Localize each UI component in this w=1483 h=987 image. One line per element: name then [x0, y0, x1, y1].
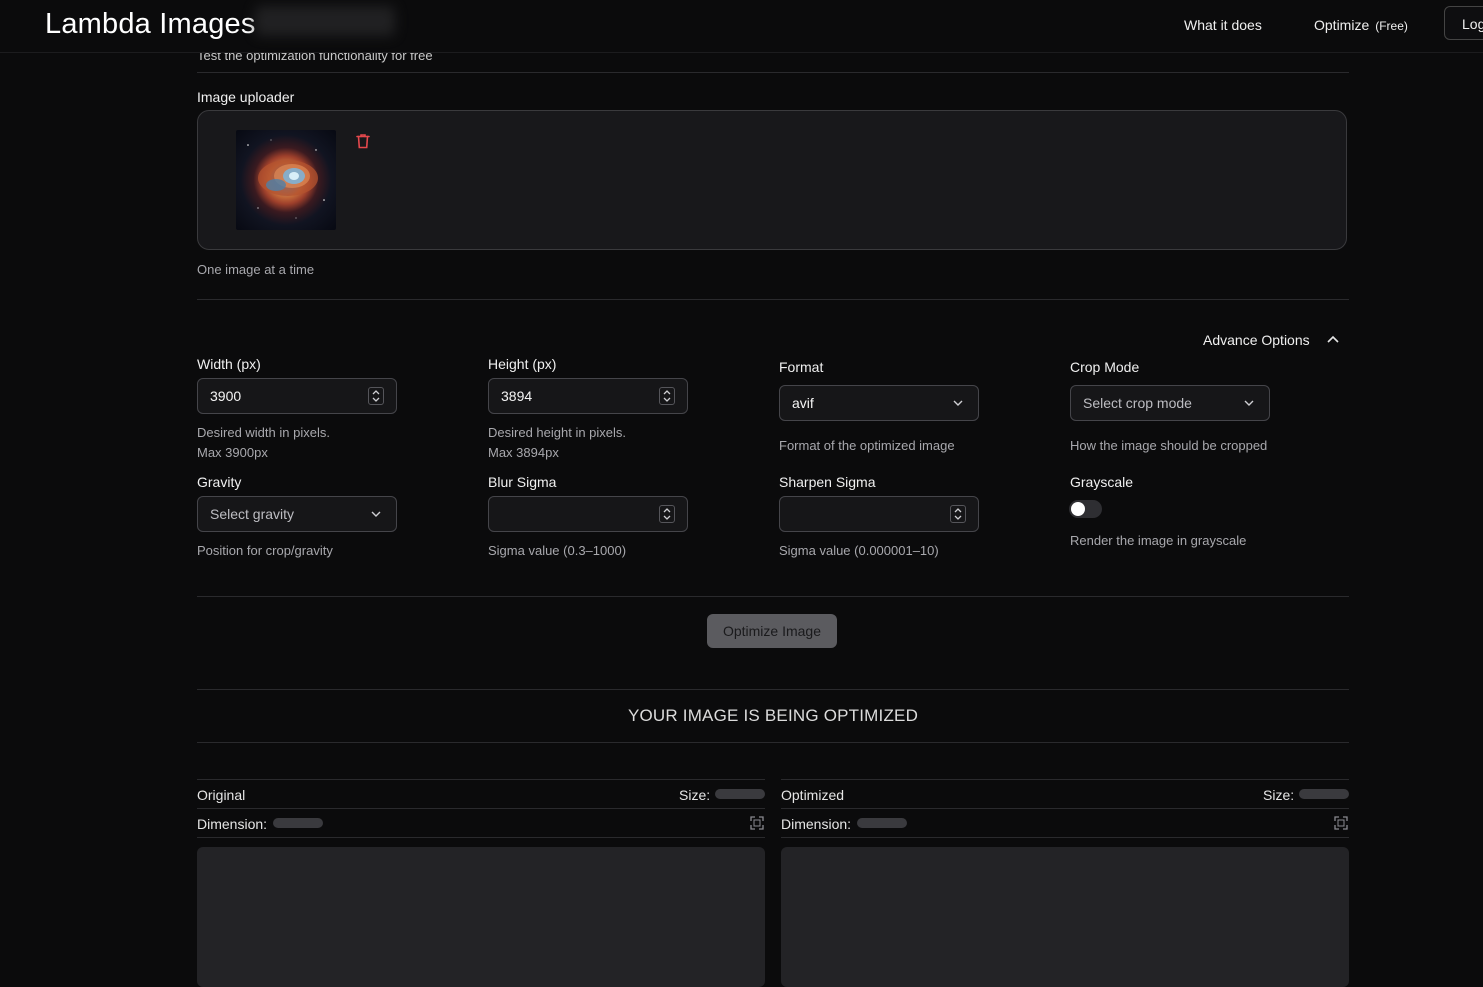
- uploader-help: One image at a time: [197, 262, 315, 277]
- chevron-down-icon: [371, 511, 381, 517]
- crop-mode-label: Crop Mode: [1070, 359, 1140, 375]
- crop-mode-select[interactable]: Select crop mode: [1070, 385, 1270, 421]
- crop-mode-help: How the image should be cropped: [1070, 438, 1268, 453]
- nav-optimize-free-badge: (Free): [1375, 19, 1408, 33]
- height-input[interactable]: 3894: [488, 378, 688, 414]
- divider: [781, 779, 1349, 780]
- divider: [197, 779, 765, 780]
- original-dimension-skeleton: [273, 818, 323, 828]
- optimize-image-button[interactable]: Optimize Image: [707, 614, 837, 648]
- trash-icon[interactable]: [354, 132, 372, 150]
- original-dimension-label: Dimension:: [197, 816, 268, 832]
- expand-icon[interactable]: [750, 816, 764, 830]
- chevron-up-icon[interactable]: [1326, 334, 1340, 344]
- grayscale-label: Grayscale: [1070, 474, 1134, 490]
- chevron-down-icon: [1244, 400, 1254, 406]
- width-input[interactable]: 3900: [197, 378, 397, 414]
- height-label: Height (px): [488, 356, 557, 372]
- nav-what-it-does[interactable]: What it does: [1184, 17, 1262, 33]
- divider: [781, 837, 1349, 838]
- optimized-size-skeleton: [1299, 789, 1349, 799]
- divider: [197, 299, 1349, 300]
- grayscale-help: Render the image in grayscale: [1070, 533, 1247, 548]
- crop-mode-placeholder: Select crop mode: [1083, 395, 1192, 411]
- divider: [781, 808, 1349, 809]
- optimized-dimension-label: Dimension:: [781, 816, 852, 832]
- grayscale-toggle[interactable]: [1069, 500, 1102, 518]
- width-label: Width (px): [197, 356, 261, 372]
- width-help-2: Max 3900px: [197, 445, 268, 460]
- format-value: avif: [792, 395, 814, 411]
- sharpen-sigma-help: Sigma value (0.000001–10): [779, 543, 939, 558]
- image-uploader-dropzone[interactable]: [197, 110, 1347, 250]
- divider: [197, 596, 1349, 597]
- width-help-1: Desired width in pixels.: [197, 425, 330, 440]
- divider: [197, 808, 765, 809]
- brand-logo[interactable]: Lambda Images: [45, 8, 256, 41]
- number-stepper-icon[interactable]: [659, 505, 675, 523]
- optimized-image-preview: [781, 847, 1349, 987]
- gravity-help: Position for crop/gravity: [197, 543, 333, 558]
- advance-options-toggle[interactable]: Advance Options: [1203, 332, 1310, 348]
- blurred-region: [255, 6, 395, 36]
- gravity-label: Gravity: [197, 474, 242, 490]
- width-value: 3900: [210, 388, 242, 404]
- nav-optimize-label: Optimize: [1314, 17, 1370, 33]
- sharpen-sigma-label: Sharpen Sigma: [779, 474, 876, 490]
- top-navbar: Lambda Images What it does Optimize (Free…: [0, 0, 1483, 53]
- sharpen-sigma-input[interactable]: [779, 496, 979, 532]
- number-stepper-icon[interactable]: [368, 387, 384, 405]
- gravity-select[interactable]: Select gravity: [197, 496, 397, 532]
- nebula-thumbnail-art: [247, 139, 325, 219]
- format-label: Format: [779, 359, 824, 375]
- optimized-dimension-skeleton: [857, 818, 907, 828]
- gravity-placeholder: Select gravity: [210, 506, 295, 522]
- divider: [197, 742, 1349, 743]
- number-stepper-icon[interactable]: [659, 387, 675, 405]
- uploader-label: Image uploader: [197, 89, 295, 105]
- toggle-knob: [1071, 502, 1085, 516]
- height-value: 3894: [501, 388, 533, 404]
- divider: [197, 72, 1349, 73]
- blur-sigma-label: Blur Sigma: [488, 474, 557, 490]
- divider: [197, 837, 765, 838]
- optimized-size-label: Size:: [1263, 787, 1295, 803]
- height-help-1: Desired height in pixels.: [488, 425, 627, 440]
- number-stepper-icon[interactable]: [950, 505, 966, 523]
- original-size-label: Size:: [679, 787, 711, 803]
- original-size-skeleton: [715, 789, 765, 799]
- expand-icon[interactable]: [1334, 816, 1348, 830]
- original-image-preview: [197, 847, 765, 987]
- login-button[interactable]: Log: [1444, 6, 1483, 40]
- format-select[interactable]: avif: [779, 385, 979, 421]
- format-help: Format of the optimized image: [779, 438, 955, 453]
- blur-sigma-input[interactable]: [488, 496, 688, 532]
- blur-sigma-help: Sigma value (0.3–1000): [488, 543, 627, 558]
- height-help-2: Max 3894px: [488, 445, 559, 460]
- uploaded-image-thumbnail: [236, 130, 336, 230]
- chevron-down-icon: [953, 400, 963, 406]
- nav-optimize[interactable]: Optimize (Free): [1314, 17, 1408, 33]
- divider: [197, 689, 1349, 690]
- optimization-status: YOUR IMAGE IS BEING OPTIMIZED: [627, 706, 919, 725]
- original-title: Original: [197, 787, 246, 803]
- optimized-title: Optimized: [781, 787, 845, 803]
